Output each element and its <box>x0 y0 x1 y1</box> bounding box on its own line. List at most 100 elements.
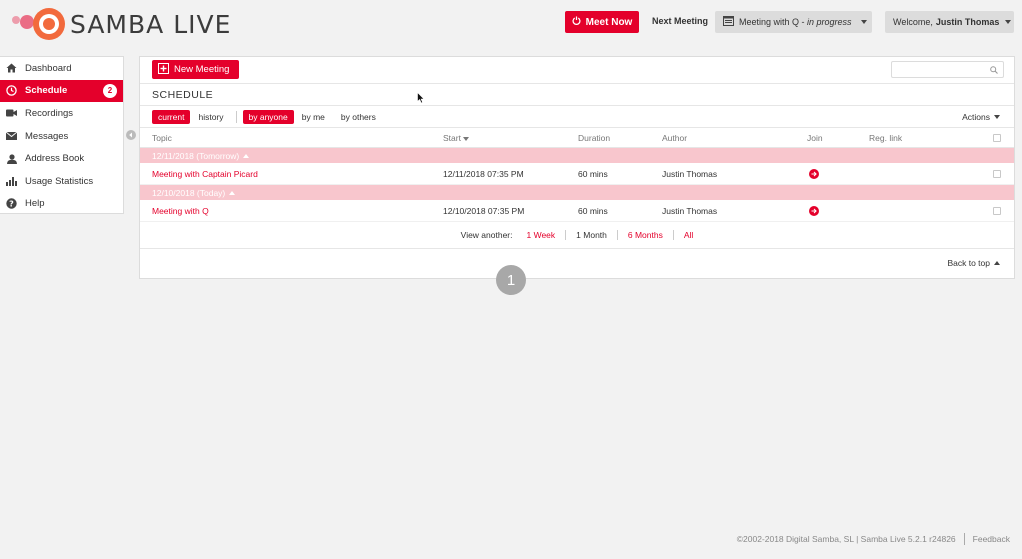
view-all-link[interactable]: All <box>684 230 693 240</box>
page-title: SCHEDULE <box>140 84 1014 106</box>
row-checkbox[interactable] <box>993 169 1001 178</box>
meeting-topic-link[interactable]: Meeting with Captain Picard <box>152 169 258 179</box>
meeting-topic-link[interactable]: Meeting with Q <box>152 206 209 216</box>
power-icon <box>572 16 581 28</box>
filter-by-anyone[interactable]: by anyone <box>242 109 294 124</box>
view-divider <box>616 230 618 240</box>
view-1-month-link[interactable]: 1 Month <box>576 230 607 240</box>
filter-current[interactable]: current <box>152 109 191 124</box>
filter-history[interactable]: history <box>192 110 229 124</box>
meeting-author: Justin Thomas <box>662 168 718 179</box>
sidebar-item-usage-statistics[interactable]: Usage Statistics <box>0 170 123 193</box>
search-input[interactable] <box>891 61 1004 78</box>
sidebar-item-label: Dashboard <box>25 62 72 74</box>
user-name: Justin Thomas <box>935 17 1000 27</box>
logo-text: SAMBA LIVE <box>70 9 232 39</box>
column-duration[interactable]: Duration <box>578 133 610 143</box>
calendar-list-icon <box>723 16 734 28</box>
group-header-tomorrow[interactable]: 12/11/2018 (Tomorrow) <box>140 148 1014 163</box>
chevron-down-icon <box>1005 20 1012 24</box>
column-join: Join <box>807 132 823 143</box>
envelope-icon <box>6 131 17 142</box>
sidebar-item-label: Messages <box>25 130 69 142</box>
search-icon <box>990 66 998 76</box>
next-meeting-status: in progress <box>807 17 852 27</box>
table-header: Topic Start Duration Author Join Reg. li… <box>140 128 1014 148</box>
meeting-start: 12/10/2018 07:35 PM <box>443 205 525 216</box>
column-start[interactable]: Start <box>443 133 470 143</box>
table-row: Meeting with Captain Picard 12/11/2018 0… <box>140 163 1014 185</box>
meeting-duration: 60 mins <box>578 205 608 216</box>
filter-divider <box>235 110 237 123</box>
sort-desc-icon <box>463 136 470 141</box>
view-6-months-link[interactable]: 6 Months <box>628 230 663 240</box>
join-meeting-icon[interactable] <box>809 168 819 179</box>
meeting-duration: 60 mins <box>578 168 608 179</box>
step-marker: 1 <box>496 265 526 295</box>
next-meeting-label: Next Meeting <box>652 16 709 26</box>
new-meeting-label: New Meeting <box>174 64 230 75</box>
video-camera-icon <box>6 108 17 119</box>
column-topic[interactable]: Topic <box>152 133 172 143</box>
top-bar: SAMBA LIVE Meet Now Next Meeting Meeting… <box>0 0 1022 48</box>
mouse-cursor-icon <box>417 91 425 106</box>
home-icon <box>6 63 17 74</box>
panel-toolbar: New Meeting <box>140 57 1014 84</box>
footer-divider <box>963 533 965 545</box>
chevron-up-icon <box>229 190 236 195</box>
view-divider <box>672 230 674 240</box>
clock-icon <box>6 85 17 97</box>
schedule-filters: current history by anyone by me by other… <box>140 106 1014 128</box>
meet-now-button[interactable]: Meet Now <box>565 11 639 33</box>
schedule-count-badge: 2 <box>103 83 117 98</box>
sidebar-item-schedule[interactable]: Schedule 2 <box>0 79 123 103</box>
sidebar-item-label: Address Book <box>25 153 85 165</box>
chevron-up-icon <box>994 261 1000 265</box>
group-label: 12/11/2018 (Tomorrow) <box>152 150 240 161</box>
feedback-link[interactable]: Feedback <box>973 534 1010 544</box>
collapse-sidebar-button[interactable] <box>126 130 136 140</box>
person-icon <box>6 153 17 164</box>
meeting-start: 12/11/2018 07:35 PM <box>443 168 524 179</box>
column-reg-link: Reg. link <box>869 132 903 143</box>
actions-dropdown[interactable]: Actions <box>962 112 1000 122</box>
chevron-left-icon <box>129 132 132 138</box>
back-to-top-link[interactable]: Back to top <box>947 258 1000 268</box>
view-range-bar: View another: 1 Week 1 Month 6 Months Al… <box>140 222 1014 249</box>
row-checkbox[interactable] <box>993 206 1001 215</box>
back-to-top-label: Back to top <box>947 258 990 268</box>
join-meeting-icon[interactable] <box>809 205 819 216</box>
sidebar-item-label: Recordings <box>25 107 74 119</box>
filter-by-others[interactable]: by others <box>335 110 382 124</box>
question-icon: ? <box>6 198 17 210</box>
select-all-checkbox[interactable] <box>993 133 1001 142</box>
column-author[interactable]: Author <box>662 133 687 143</box>
samba-live-logo[interactable]: SAMBA LIVE <box>12 7 231 41</box>
new-meeting-button[interactable]: New Meeting <box>152 60 239 79</box>
chevron-up-icon <box>243 153 250 158</box>
sidebar-item-messages[interactable]: Messages <box>0 125 123 148</box>
sidebar-item-label: Usage Statistics <box>25 175 94 187</box>
view-divider <box>565 230 567 240</box>
next-meeting-dropdown[interactable]: Meeting with Q - in progress <box>715 11 872 33</box>
footer: ©2002-2018 Digital Samba, SL | Samba Liv… <box>737 533 1010 545</box>
view-1-week-link[interactable]: 1 Week <box>527 230 556 240</box>
view-another-label: View another: <box>460 230 513 240</box>
actions-label: Actions <box>962 112 990 122</box>
sidebar-item-label: Help <box>25 198 45 210</box>
sidebar-item-recordings[interactable]: Recordings <box>0 102 123 125</box>
meet-now-label: Meet Now <box>585 16 633 28</box>
svg-text:?: ? <box>9 200 14 209</box>
sidebar-item-dashboard[interactable]: Dashboard <box>0 57 123 80</box>
group-label: 12/10/2018 (Today) <box>152 187 226 198</box>
sidebar-item-help[interactable]: ? Help <box>0 193 123 216</box>
schedule-panel: New Meeting SCHEDULE current history by … <box>139 56 1015 279</box>
user-menu[interactable]: Welcome, Justin Thomas <box>885 11 1014 33</box>
group-header-today[interactable]: 12/10/2018 (Today) <box>140 185 1014 200</box>
table-row: Meeting with Q 12/10/2018 07:35 PM 60 mi… <box>140 200 1014 222</box>
bar-chart-icon <box>6 176 17 187</box>
sidebar-item-address-book[interactable]: Address Book <box>0 147 123 170</box>
filter-by-me[interactable]: by me <box>296 110 331 124</box>
copyright-text: ©2002-2018 Digital Samba, SL | Samba Liv… <box>736 534 956 544</box>
welcome-prefix: Welcome, <box>893 17 933 27</box>
